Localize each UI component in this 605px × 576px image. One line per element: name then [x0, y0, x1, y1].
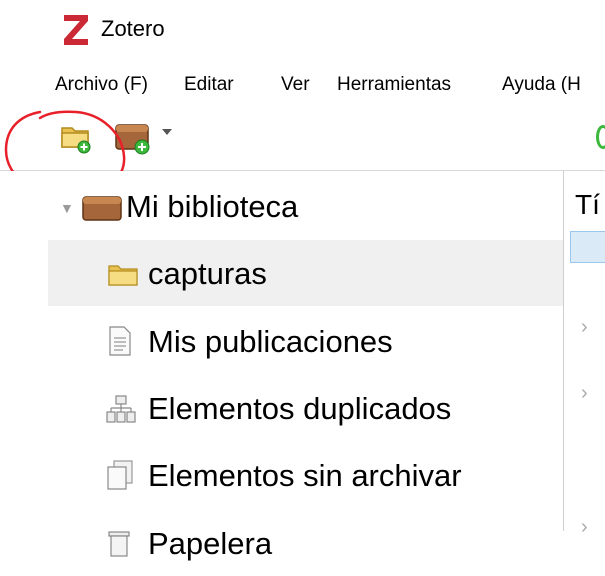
collection-label: Mis publicaciones	[148, 324, 393, 359]
new-collection-icon[interactable]	[60, 123, 94, 155]
library-row[interactable]: Mi biblioteca	[48, 173, 563, 239]
collection-row-elementos-duplicados[interactable]: Elementos duplicados	[48, 375, 563, 441]
collection-label: Elementos duplicados	[148, 391, 452, 426]
library-dropdown-arrow-icon[interactable]	[162, 129, 172, 135]
menu-ayuda[interactable]: Ayuda (H	[502, 74, 581, 96]
title-column-header[interactable]: Tí	[575, 189, 600, 221]
chevron-right-icon[interactable]: ›	[581, 316, 588, 339]
zotero-logo-icon	[64, 15, 88, 45]
app-title: Zotero	[101, 16, 165, 41]
chevron-right-icon[interactable]: ›	[581, 516, 588, 539]
duplicates-icon	[106, 395, 136, 423]
folder-icon	[108, 265, 138, 286]
collection-label: capturas	[148, 256, 267, 291]
menu-archivo[interactable]: Archivo (F)	[55, 74, 148, 96]
collection-label: Papelera	[148, 526, 273, 561]
library-icon	[82, 196, 122, 221]
collection-row-papelera[interactable]: Papelera	[48, 510, 563, 576]
trash-icon	[108, 531, 130, 557]
selected-item-row[interactable]	[570, 231, 605, 263]
items-pane: Tí › › ›	[564, 171, 605, 538]
collections-pane: ▼ Mi biblioteca capturas Mis publicacion…	[0, 171, 563, 561]
collection-row-capturas[interactable]: capturas	[48, 240, 563, 306]
title-bar: Zotero	[0, 0, 605, 62]
sync-icon[interactable]	[596, 125, 605, 149]
menu-editar[interactable]: Editar	[184, 74, 234, 96]
menu-herramientas[interactable]: Herramientas	[337, 74, 451, 96]
library-label: Mi biblioteca	[126, 189, 299, 224]
collection-row-elementos-sin-archivar[interactable]: Elementos sin archivar	[48, 442, 563, 508]
unfiled-icon	[107, 460, 133, 490]
collection-row-mis-publicaciones[interactable]: Mis publicaciones	[48, 308, 563, 374]
chevron-right-icon[interactable]: ›	[581, 382, 588, 405]
menu-ver[interactable]: Ver	[281, 74, 310, 96]
menu-bar: Archivo (F) Editar Ver Herramientas Ayud…	[0, 62, 605, 109]
new-library-icon[interactable]	[113, 121, 155, 155]
document-icon	[109, 326, 131, 356]
toolbar	[0, 108, 605, 171]
collection-label: Elementos sin archivar	[148, 458, 462, 493]
